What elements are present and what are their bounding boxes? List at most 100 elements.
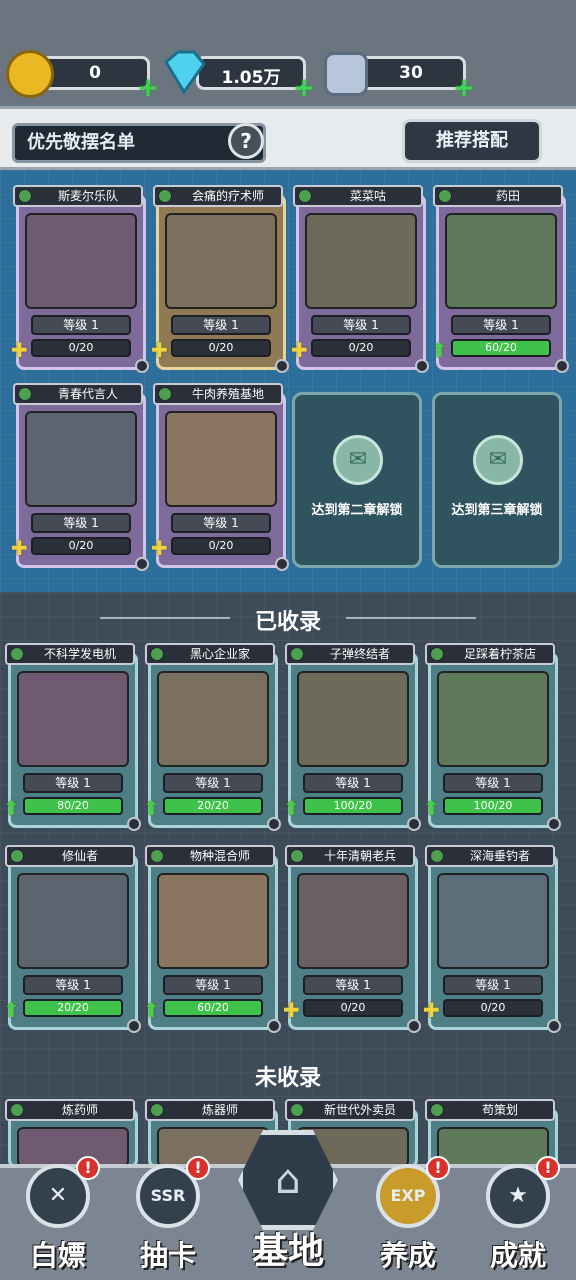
progress-text: 0/20 bbox=[208, 341, 234, 354]
base-icon: ⌂ bbox=[238, 1130, 338, 1230]
character-card[interactable]: 药田等级 1 60/20 ⬆ bbox=[431, 185, 569, 373]
info-icon[interactable] bbox=[555, 359, 569, 373]
locked-slot[interactable]: ✉ 达到第三章解锁 bbox=[432, 392, 562, 568]
info-icon[interactable] bbox=[547, 1019, 561, 1033]
puzzle-icon: ✚ bbox=[151, 338, 168, 362]
nav-achievement[interactable]: ★ ! 成就 bbox=[468, 1156, 568, 1280]
card-level: 等级 1 bbox=[31, 315, 131, 335]
unlock-message: 达到第二章解锁 bbox=[311, 503, 403, 518]
progress-text: 0/20 bbox=[68, 341, 94, 354]
upgrade-arrow-icon: ⬆ bbox=[423, 796, 440, 820]
character-card[interactable]: 深海垂钓者 等级 1 0/20 ✚ bbox=[423, 845, 561, 1033]
card-name-tag: 新世代外卖员 bbox=[285, 1099, 415, 1121]
info-icon[interactable] bbox=[275, 557, 289, 571]
info-icon[interactable] bbox=[267, 817, 281, 831]
character-card[interactable]: 会痛的疗术师 等级 1 0/20 ✚ bbox=[151, 185, 289, 373]
add-energy-plus-icon[interactable]: + bbox=[453, 75, 475, 101]
card-portrait bbox=[437, 1127, 549, 1167]
card-level: 等级 1 bbox=[23, 773, 123, 793]
card-progress-bar: 0/20 bbox=[171, 339, 271, 357]
gold-value: 0 bbox=[89, 63, 101, 83]
card-portrait bbox=[445, 213, 557, 309]
info-icon[interactable] bbox=[407, 1019, 421, 1033]
upgrade-arrow-icon: ⬆ bbox=[143, 998, 160, 1022]
card-type-icon bbox=[290, 849, 304, 863]
info-icon[interactable] bbox=[547, 817, 561, 831]
card-portrait bbox=[17, 1127, 129, 1167]
card-type-icon bbox=[18, 189, 32, 203]
diamond-icon bbox=[164, 50, 206, 95]
info-icon[interactable] bbox=[127, 817, 141, 831]
card-name-tag: 炼器师 bbox=[145, 1099, 275, 1121]
card-portrait bbox=[297, 671, 409, 767]
character-card[interactable]: 菜菜咕 等级 1 0/20 ✚ bbox=[291, 185, 429, 373]
nav-achievement-label: 成就 bbox=[489, 1239, 546, 1272]
nav-base[interactable]: ⌂ 基地 bbox=[218, 1130, 358, 1280]
puzzle-icon: ✚ bbox=[11, 536, 28, 560]
character-card[interactable]: 青春代言人 等级 1 0/20 ✚ bbox=[11, 383, 149, 571]
card-name: 药田 bbox=[495, 189, 520, 203]
diamond-counter[interactable]: 1.05万 + bbox=[196, 56, 315, 101]
character-card[interactable]: 十年清朝老兵 等级 1 0/20 ✚ bbox=[283, 845, 421, 1033]
nav-train[interactable]: EXP ! 养成 bbox=[358, 1156, 458, 1280]
character-card[interactable]: 子弹终结者 等级 1 100/20 ⬆ bbox=[283, 643, 421, 831]
card-name-tag: 菜菜咕 bbox=[293, 185, 423, 207]
card-type-icon bbox=[10, 849, 24, 863]
card-type-icon bbox=[18, 387, 32, 401]
card-portrait bbox=[157, 873, 269, 969]
nav-free[interactable]: ✕ ! 白嫖 bbox=[8, 1156, 108, 1280]
card-level: 等级 1 bbox=[303, 975, 403, 995]
character-card[interactable]: 修仙者 等级 1 20/20 ⬆ bbox=[3, 845, 141, 1033]
character-card[interactable]: 黑心企业家 等级 1 20/20 ⬆ bbox=[143, 643, 281, 831]
card-level: 等级 1 bbox=[163, 975, 263, 995]
progress-text: 60/20 bbox=[197, 1001, 229, 1014]
card-name: 会痛的疗术师 bbox=[191, 189, 264, 203]
upgrade-arrow-icon: ⬆ bbox=[431, 338, 448, 362]
character-card[interactable]: 牛肉养殖基地 等级 1 0/20 ✚ bbox=[151, 383, 289, 571]
card-type-icon bbox=[158, 387, 172, 401]
card-name: 菜菜咕 bbox=[349, 189, 386, 203]
card-name: 不科学发电机 bbox=[43, 647, 116, 661]
card-portrait bbox=[25, 411, 137, 507]
help-button[interactable]: ? bbox=[228, 123, 264, 159]
gold-counter[interactable]: 0 + bbox=[40, 56, 159, 101]
add-diamond-plus-icon[interactable]: + bbox=[293, 75, 315, 101]
add-gold-plus-icon[interactable]: + bbox=[137, 75, 159, 101]
alert-badge: ! bbox=[76, 1156, 100, 1180]
info-icon[interactable] bbox=[275, 359, 289, 373]
energy-counter[interactable]: 30 + bbox=[356, 56, 475, 101]
info-icon[interactable] bbox=[127, 1019, 141, 1033]
progress-text: 60/20 bbox=[485, 341, 517, 354]
card-name-tag: 牛肉养殖基地 bbox=[153, 383, 283, 405]
character-card[interactable]: 炼药师 bbox=[5, 1099, 138, 1168]
uncollected-section-title: 未收录 bbox=[254, 1066, 321, 1091]
character-card[interactable]: 不科学发电机 等级 1 80/20 ⬆ bbox=[3, 643, 141, 831]
card-level: 等级 1 bbox=[451, 315, 551, 335]
info-icon[interactable] bbox=[415, 359, 429, 373]
card-name-tag: 会痛的疗术师 bbox=[153, 185, 283, 207]
recommend-button[interactable]: 推荐搭配 bbox=[402, 119, 542, 163]
upgrade-arrow-icon: ⬆ bbox=[3, 998, 20, 1022]
progress-text: 0/20 bbox=[340, 1001, 366, 1014]
character-card[interactable]: 物种混合师等级 1 60/20 ⬆ bbox=[143, 845, 281, 1033]
info-icon[interactable] bbox=[135, 557, 149, 571]
card-progress-bar: 20/20 bbox=[23, 999, 123, 1017]
card-type-icon bbox=[150, 1103, 164, 1117]
info-icon[interactable] bbox=[135, 359, 149, 373]
card-name: 足踩着柠茶店 bbox=[463, 647, 536, 661]
info-icon[interactable] bbox=[267, 1019, 281, 1033]
card-progress-bar: 0/20 bbox=[31, 339, 131, 357]
card-progress-bar: 60/20 bbox=[451, 339, 551, 357]
card-portrait bbox=[165, 213, 277, 309]
nav-gacha[interactable]: SSR ! 抽卡 bbox=[118, 1156, 218, 1280]
puzzle-icon: ✚ bbox=[11, 338, 28, 362]
progress-text: 100/20 bbox=[333, 799, 373, 812]
character-card[interactable]: 足踩着柠茶店 等级 1 100/20 ⬆ bbox=[423, 643, 561, 831]
lock-icon: ✉ bbox=[473, 435, 523, 485]
info-icon[interactable] bbox=[407, 817, 421, 831]
locked-slot[interactable]: ✉ 达到第二章解锁 bbox=[292, 392, 422, 568]
card-name: 苟策划 bbox=[481, 1103, 518, 1117]
card-name-tag: 物种混合师 bbox=[145, 845, 275, 867]
character-card[interactable]: 斯麦尔乐队 等级 1 0/20 ✚ bbox=[11, 185, 149, 373]
card-name-tag: 修仙者 bbox=[5, 845, 135, 867]
